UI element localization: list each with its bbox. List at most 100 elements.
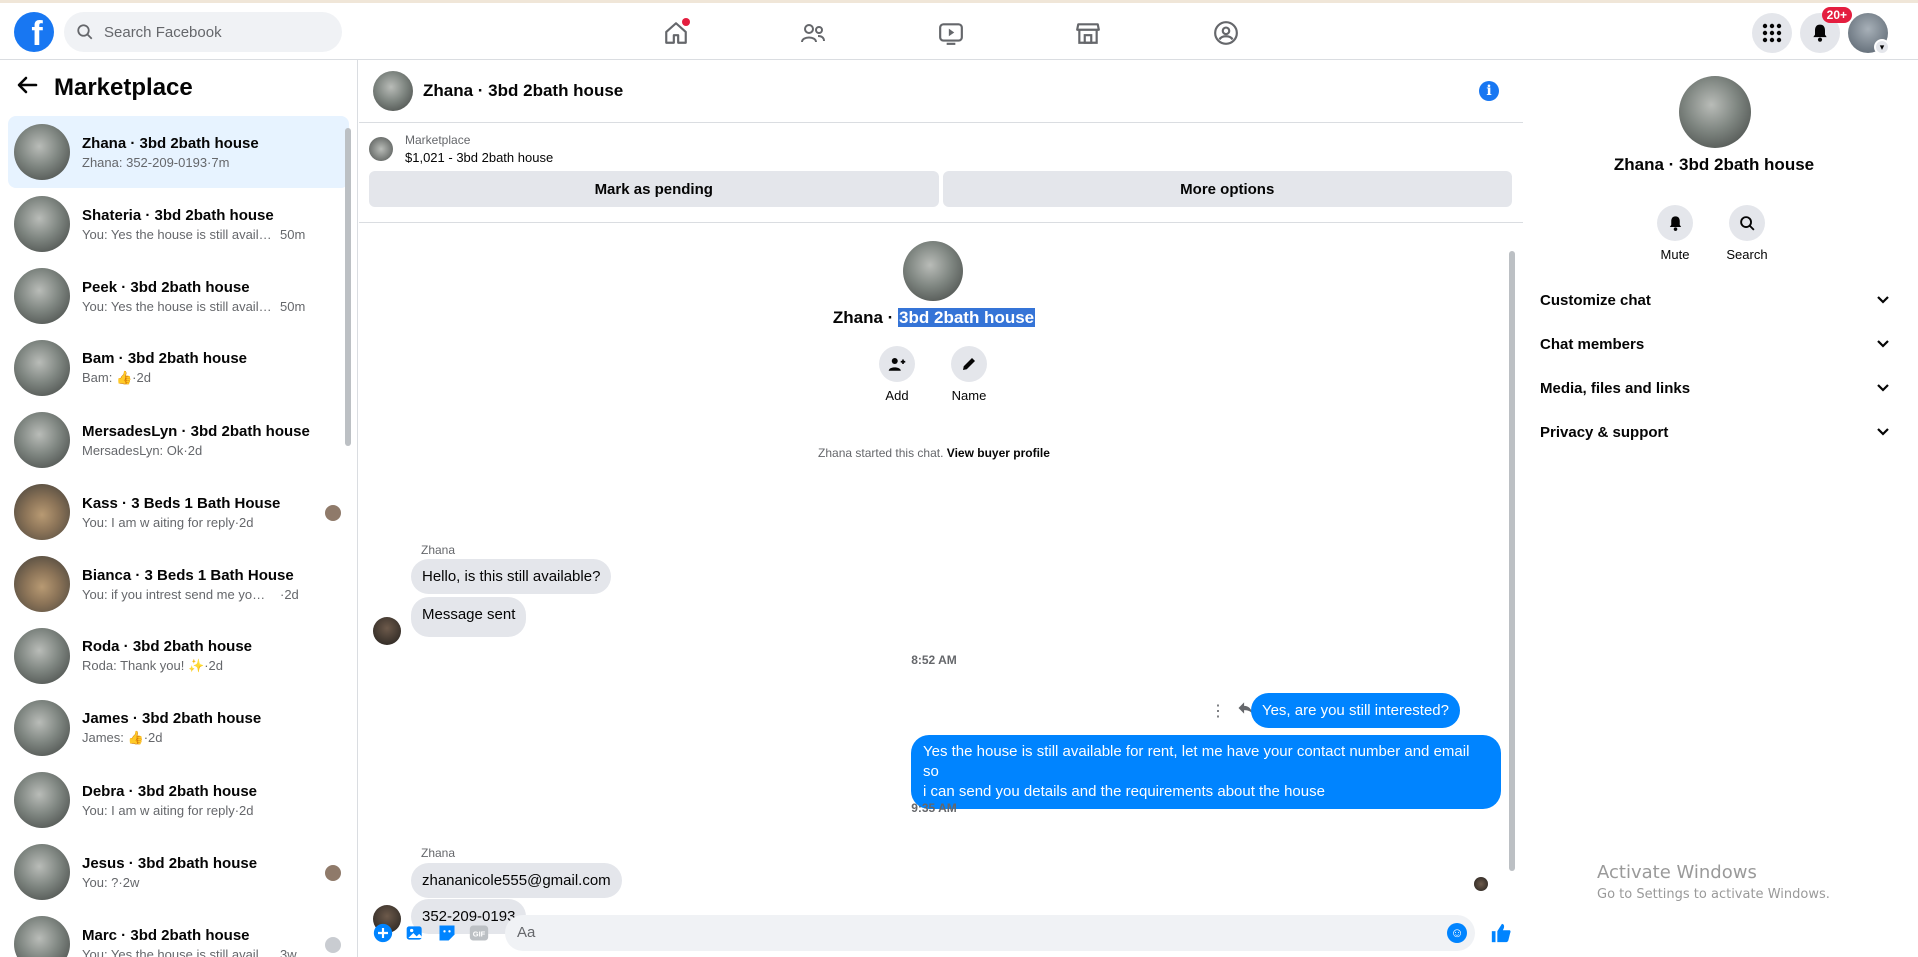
conversation-name: Debra · 3bd 2bath house: [82, 782, 258, 800]
read-receipt-avatar: [325, 505, 341, 521]
plus-circle-icon[interactable]: [367, 917, 399, 949]
outgoing-message-line: i can send you details and the requireme…: [923, 783, 1325, 800]
listing-title: $1,021 - 3bd 2bath house: [405, 150, 554, 165]
media-files-links-section[interactable]: Media, files and links: [1540, 370, 1890, 406]
mute-label: Mute: [1660, 247, 1690, 262]
svg-text:GIF: GIF: [473, 929, 486, 938]
outgoing-message-line: Yes the house is still available for ren…: [923, 743, 1470, 780]
conversation-time: ·2d: [132, 370, 151, 385]
conversation-name: Kass · 3 Beds 1 Bath House: [82, 494, 281, 512]
photo-icon[interactable]: [399, 917, 431, 949]
add-people-button[interactable]: Add: [867, 346, 927, 403]
chat-avatar[interactable]: [1679, 76, 1751, 148]
back-arrow-icon[interactable]: [16, 75, 44, 101]
home-notification-dot: [682, 18, 690, 26]
watch-video-icon[interactable]: [935, 17, 967, 49]
view-buyer-profile-link[interactable]: View buyer profile: [947, 446, 1050, 460]
conversation-item[interactable]: Bianca · 3 Beds 1 Bath House You: if you…: [8, 548, 349, 620]
intro-name: Zhana ·: [832, 308, 899, 327]
more-actions-icon[interactable]: ⋮: [1210, 701, 1226, 721]
emoji-icon[interactable]: ☺: [1447, 922, 1467, 943]
chevron-down-icon: [1876, 380, 1890, 397]
avatar: [14, 124, 70, 180]
incoming-message[interactable]: Hello, is this still available?: [411, 559, 612, 594]
gif-icon[interactable]: GIF: [463, 917, 495, 949]
search-in-chat-button[interactable]: Search: [1717, 205, 1777, 262]
timestamp: 9:35 AM: [911, 801, 957, 815]
scrollbar-thumb[interactable]: [1509, 251, 1515, 871]
chat-intro-title: Zhana · 3bd 2bath house: [369, 308, 1499, 328]
avatar[interactable]: [373, 71, 413, 111]
conversation-name: Roda · 3bd 2bath house: [82, 638, 253, 655]
conversation-item[interactable]: Shateria · 3bd 2bath house You: Yes the …: [8, 188, 349, 260]
sticker-icon[interactable]: [431, 917, 463, 949]
chat-avatar: [903, 241, 963, 301]
info-icon[interactable]: i: [1479, 81, 1499, 101]
conversation-item[interactable]: Marc · 3bd 2bath house You: Yes the hous…: [8, 908, 349, 957]
message-composer: GIF Aa ☺: [359, 908, 1523, 957]
message-feed-scrollbar[interactable]: [1509, 223, 1517, 908]
scrollbar-thumb[interactable]: [345, 128, 351, 446]
section-label: Customize chat: [1540, 291, 1651, 309]
conversation-item[interactable]: Kass · 3 Beds 1 Bath House You: I am w a…: [8, 476, 349, 548]
name-chat-button[interactable]: Name: [939, 346, 999, 403]
search-facebook-input[interactable]: Search Facebook: [64, 12, 342, 52]
chat-members-section[interactable]: Chat members: [1540, 326, 1890, 362]
conversation-item[interactable]: MersadesLyn · 3bd 2bath house MersadesLy…: [8, 404, 349, 476]
conversation-item[interactable]: Jesus · 3bd 2bath house You: ? ·2w: [8, 836, 349, 908]
chat-window: Zhana · 3bd 2bath house i Marketplace $1…: [359, 60, 1523, 957]
conversation-name: Zhana · 3bd 2bath house: [82, 134, 259, 152]
conversation-item[interactable]: Peek · 3bd 2bath house You: Yes the hous…: [8, 260, 349, 332]
avatar: [14, 484, 70, 540]
customize-chat-section[interactable]: Customize chat: [1540, 282, 1890, 318]
conversation-preview: Roda: Thank you! ✨: [82, 658, 205, 673]
marketplace-icon[interactable]: [1072, 17, 1104, 49]
facebook-logo[interactable]: f: [14, 12, 54, 52]
conversation-preview: Bam: 👍: [82, 370, 133, 385]
mark-as-pending-button[interactable]: Mark as pending: [369, 171, 939, 207]
chevron-down-icon[interactable]: ▾: [1874, 39, 1890, 55]
conversation-preview: MersadesLyn: Ok: [82, 442, 184, 458]
conversation-name: MersadesLyn · 3bd 2bath house: [82, 422, 310, 440]
read-receipt-avatar: [325, 937, 341, 953]
home-icon[interactable]: [660, 17, 692, 49]
section-label: Privacy & support: [1540, 423, 1669, 441]
notifications-badge: 20+: [1821, 7, 1852, 23]
message-input-placeholder: Aa: [517, 924, 536, 941]
conversation-name: Peek · 3bd 2bath house: [82, 278, 250, 296]
privacy-support-section[interactable]: Privacy & support: [1540, 414, 1890, 450]
avatar: [14, 196, 70, 252]
listing-thumbnail: [369, 137, 393, 161]
incoming-message[interactable]: Message sent: [411, 597, 527, 637]
conversation-item[interactable]: Debra · 3bd 2bath house You: I am w aiti…: [8, 764, 349, 836]
section-label: Media, files and links: [1540, 379, 1691, 397]
friends-icon[interactable]: [797, 17, 829, 49]
thumbs-up-icon[interactable]: [1485, 917, 1517, 949]
avatar: [14, 556, 70, 612]
conversation-item[interactable]: James · 3bd 2bath house James: 👍 ·2d: [8, 692, 349, 764]
search-icon: [1729, 205, 1765, 241]
conversation-item[interactable]: Zhana · 3bd 2bath house Zhana: 352-209-0…: [8, 116, 349, 188]
conversation-item[interactable]: Bam · 3bd 2bath house Bam: 👍 ·2d: [8, 332, 349, 404]
groups-icon[interactable]: [1210, 17, 1242, 49]
mute-button[interactable]: Mute: [1645, 205, 1705, 262]
add-label: Add: [885, 388, 909, 403]
chat-title[interactable]: Zhana · 3bd 2bath house: [423, 81, 623, 101]
more-options-button[interactable]: More options: [942, 171, 1512, 207]
conversation-preview: You: I am w aiting for reply: [82, 802, 235, 818]
avatar: [14, 772, 70, 828]
outgoing-message[interactable]: Yes, are you still interested?: [1250, 693, 1460, 728]
conversation-name: Marc · 3bd 2bath house: [82, 926, 250, 944]
outgoing-message[interactable]: Yes the house is still available for ren…: [911, 735, 1501, 809]
conversation-list-scrollbar[interactable]: [345, 112, 353, 952]
conversation-item[interactable]: Roda · 3bd 2bath house Roda: Thank you! …: [8, 620, 349, 692]
message-input[interactable]: Aa ☺: [505, 914, 1475, 951]
listing-info[interactable]: Marketplace $1,021 - 3bd 2bath house: [359, 123, 1523, 171]
conversation-time: 50m: [280, 226, 306, 242]
sender-avatar[interactable]: [373, 617, 401, 645]
menu-grid-icon[interactable]: [1752, 13, 1792, 53]
incoming-message[interactable]: zhananicole555@gmail.com: [411, 863, 622, 898]
avatar: [14, 628, 70, 684]
conversation-name: Jesus · 3bd 2bath house: [82, 854, 258, 872]
notifications-bell-icon[interactable]: 20+: [1800, 7, 1852, 53]
